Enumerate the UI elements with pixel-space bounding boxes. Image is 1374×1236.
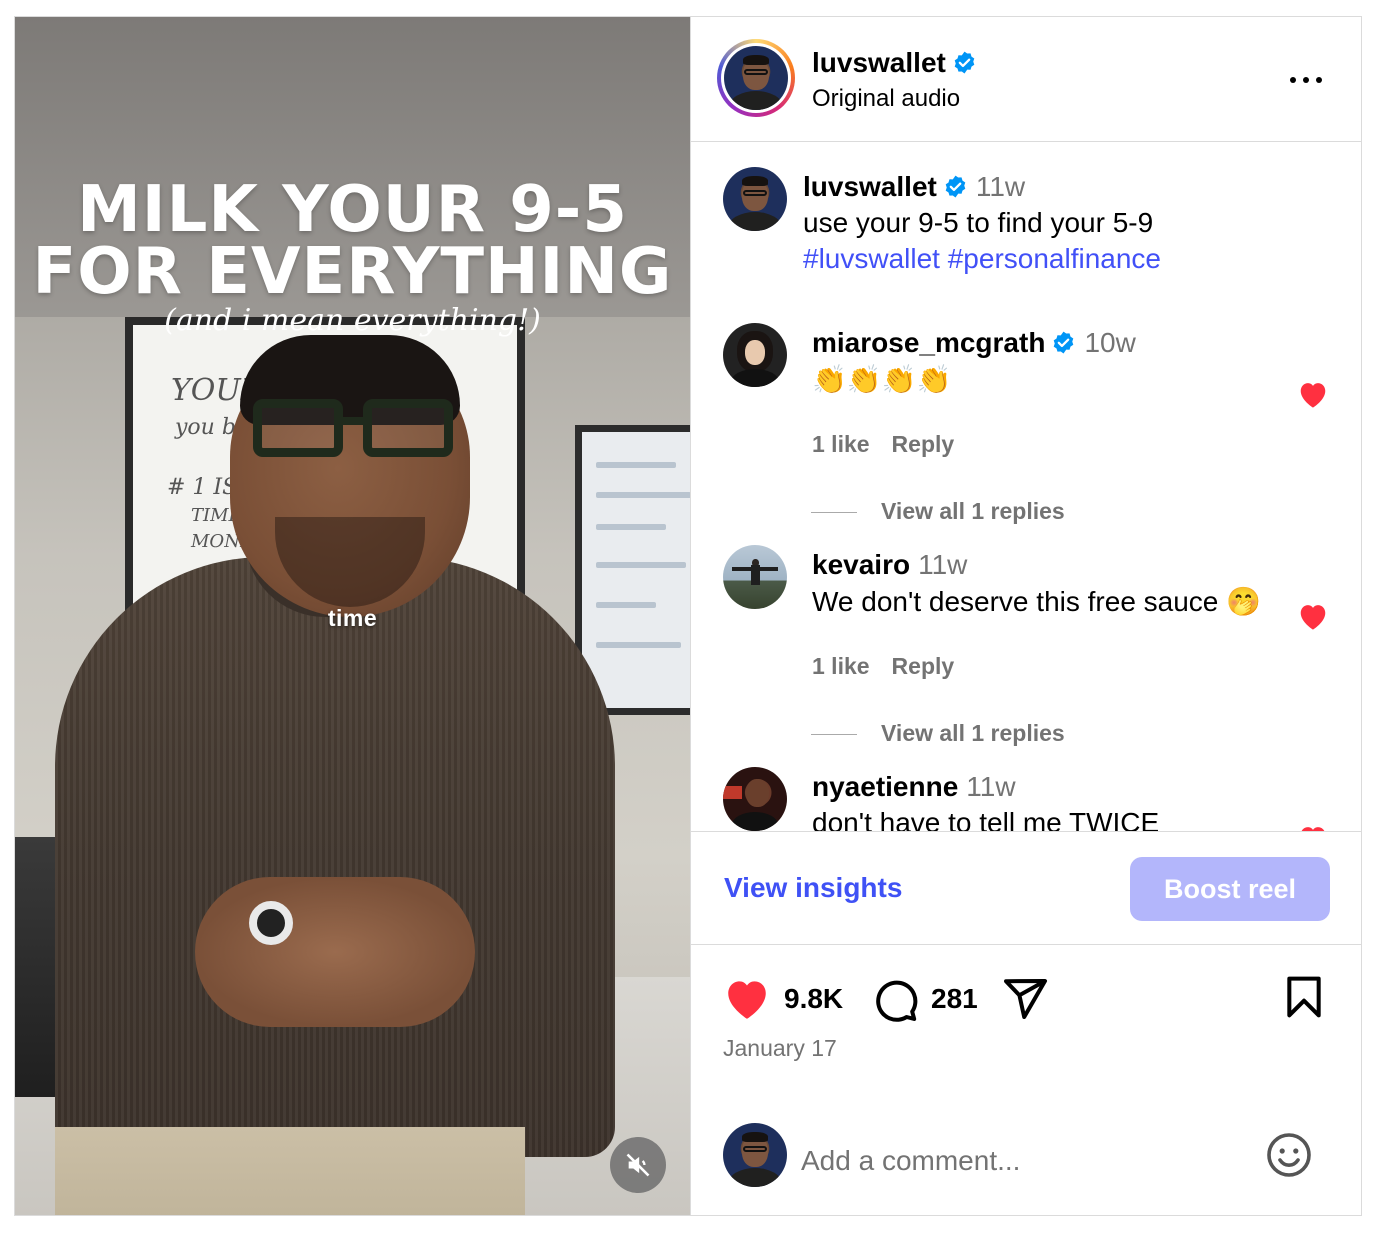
likes-count[interactable]: 9.8K [784, 983, 843, 1015]
avatar[interactable] [723, 167, 787, 231]
comment-header: kevairo 11w [812, 549, 967, 581]
video-title-line2: FOR EVERYTHING [32, 235, 673, 309]
comment-likes[interactable]: 1 like [812, 653, 870, 679]
caption-username[interactable]: luvswallet [803, 171, 937, 202]
person-glasses [253, 399, 453, 459]
heart-icon[interactable] [1296, 601, 1330, 631]
boost-reel-button[interactable]: Boost reel [1130, 857, 1330, 921]
comment-text: 👏👏👏👏 [812, 364, 952, 395]
avatar[interactable] [723, 767, 787, 831]
person-pants [55, 1127, 525, 1215]
person-hands [195, 877, 475, 1027]
header-username[interactable]: luvswallet [812, 47, 946, 78]
heart-icon[interactable] [1296, 379, 1330, 409]
video-caption: time [327, 605, 378, 631]
caption-text: use your 9-5 to find your 5-9 [803, 207, 1154, 238]
caption-hashtags[interactable]: #luvswallet #personalfinance [803, 243, 1161, 275]
volume-off-icon [626, 1153, 650, 1177]
caption-header: luvswallet 11w [803, 171, 1025, 203]
post-header: luvswallet Original audio [691, 17, 1361, 142]
header-username-row[interactable]: luvswallet [812, 47, 977, 79]
avatar[interactable] [723, 545, 787, 609]
comments-section[interactable]: luvswallet 11w use your 9-5 to find your … [691, 143, 1361, 831]
comment-username[interactable]: kevairo [812, 549, 910, 580]
comment-time: 11w [966, 771, 1016, 802]
emoji-icon[interactable] [1265, 1131, 1313, 1179]
view-replies-button[interactable]: View all 1 replies [811, 498, 1065, 525]
comment-username[interactable]: nyaetienne [812, 771, 958, 802]
comment-icon[interactable] [871, 975, 919, 1023]
avatar[interactable] [723, 323, 787, 387]
avatar [724, 46, 788, 110]
more-icon [1290, 77, 1296, 83]
verified-icon [1054, 331, 1074, 354]
more-options-button[interactable] [1286, 67, 1326, 91]
view-replies-button[interactable]: View all 1 replies [811, 720, 1065, 747]
story-ring[interactable] [717, 39, 795, 117]
comment-time: 11w [918, 549, 968, 580]
post-date: January 17 [723, 1035, 837, 1061]
comment-text: We don't deserve this free sauce 🤭 [812, 586, 1262, 617]
reel-video[interactable]: YOUR you b # 1 ISS TIME MONEY MILK YOUR … [15, 17, 690, 1215]
comments-count[interactable]: 281 [931, 983, 978, 1015]
comment-text: don't have to tell me TWICE [812, 807, 1160, 831]
comment-input[interactable] [801, 1137, 1231, 1185]
reel-post: YOUR you b # 1 ISS TIME MONEY MILK YOUR … [14, 16, 1362, 1216]
view-insights-link[interactable]: View insights [724, 872, 902, 904]
view-replies-label: View all 1 replies [881, 720, 1065, 746]
bookmark-icon[interactable] [1283, 975, 1325, 1019]
comment-header: nyaetienne 11w [812, 771, 1016, 803]
comment-meta: 1 like Reply [812, 431, 954, 458]
side-panel: luvswallet Original audio luvswallet 11w … [690, 17, 1361, 1215]
original-audio-link[interactable]: Original audio [812, 85, 960, 113]
comment-header: miarose_mcgrath 10w [812, 327, 1136, 359]
mute-button[interactable] [610, 1137, 666, 1193]
video-subtitle: (and i mean everything!) [164, 303, 541, 338]
caption-time: 11w [975, 171, 1026, 202]
view-replies-label: View all 1 replies [881, 498, 1065, 524]
comment-meta: 1 like Reply [812, 653, 954, 680]
person-sweater [55, 557, 615, 1157]
add-comment-bar [691, 1115, 1361, 1215]
reply-button[interactable]: Reply [892, 653, 955, 679]
ring-object [249, 901, 293, 945]
avatar [723, 1123, 787, 1187]
comment-username[interactable]: miarose_mcgrath [812, 327, 1045, 358]
insights-bar: View insights Boost reel [691, 831, 1361, 945]
verified-icon [954, 51, 975, 74]
heart-icon[interactable] [722, 975, 772, 1021]
heart-icon[interactable] [1296, 823, 1330, 831]
comment-likes[interactable]: 1 like [812, 431, 870, 457]
video-title-line1: MILK YOUR 9-5 [77, 173, 628, 247]
whiteboard-text: you b [175, 415, 236, 440]
share-icon[interactable] [1001, 975, 1049, 1023]
reply-button[interactable]: Reply [892, 431, 955, 457]
comment-time: 10w [1084, 327, 1136, 358]
verified-icon [945, 175, 966, 198]
